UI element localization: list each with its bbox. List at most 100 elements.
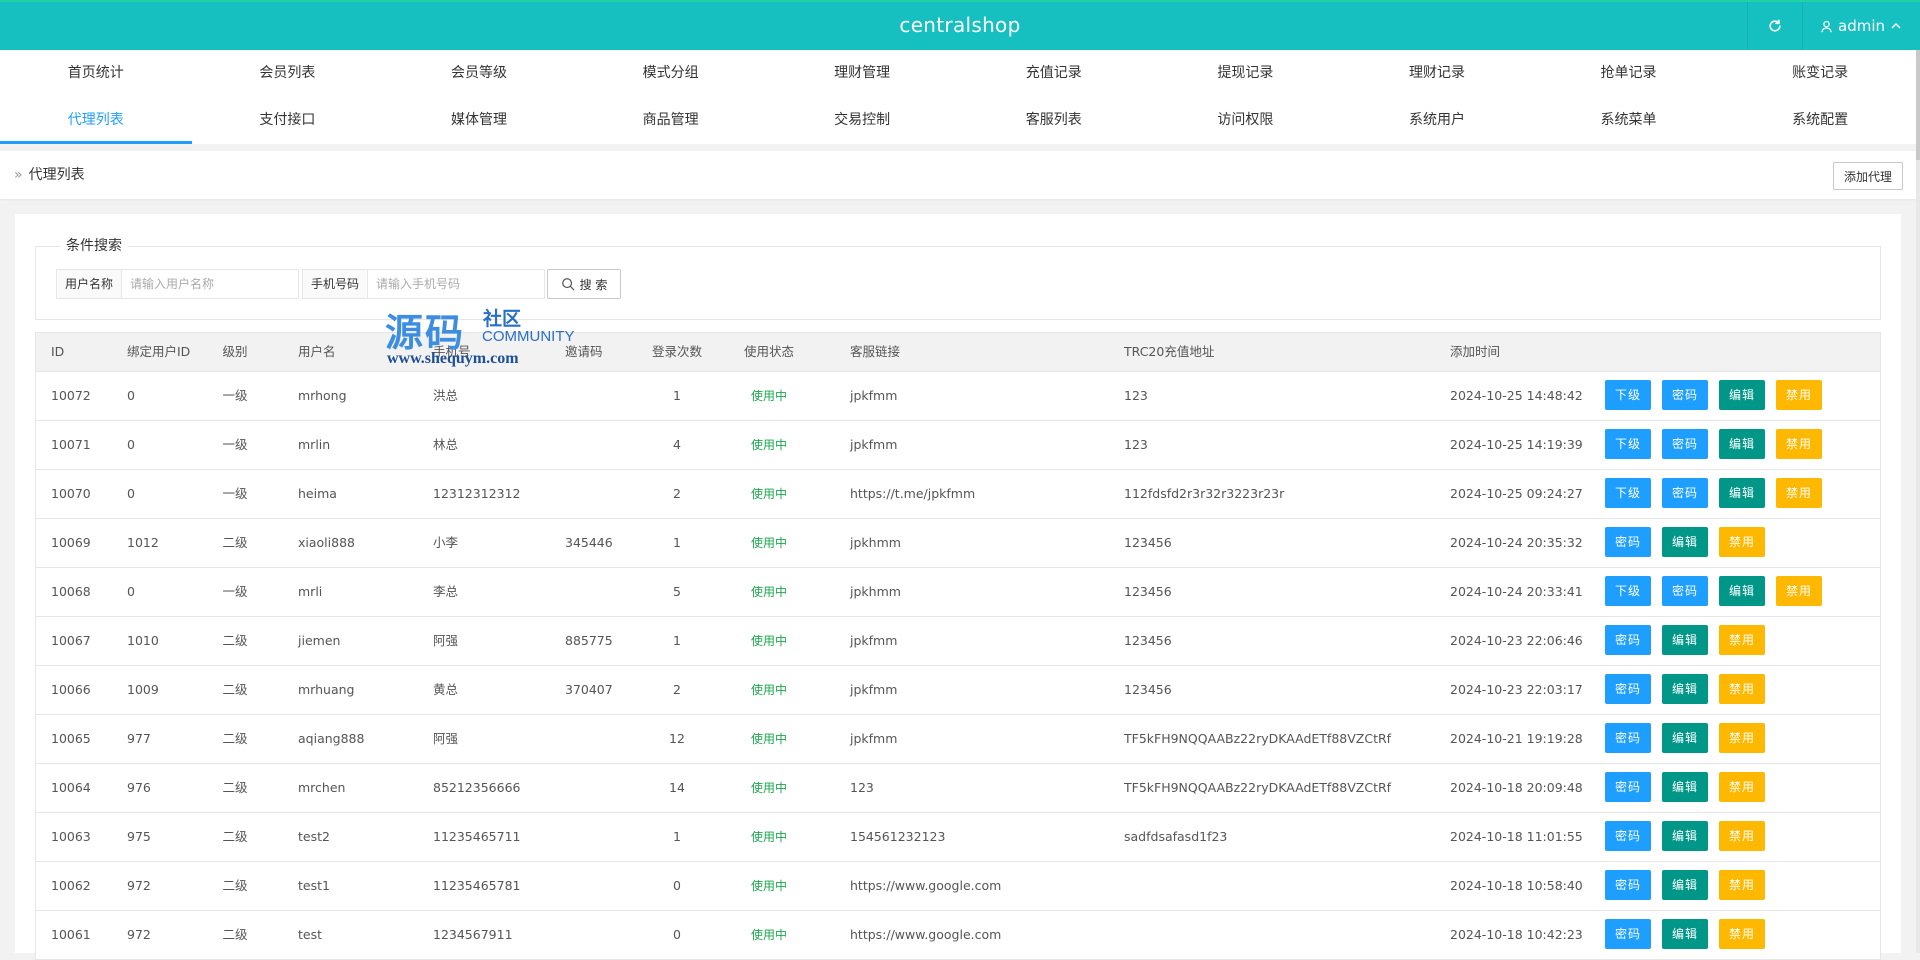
row-actions: 密码 编辑 禁用 xyxy=(1605,919,1766,949)
disable-button[interactable]: 禁用 xyxy=(1776,576,1823,606)
disable-button[interactable]: 禁用 xyxy=(1776,429,1823,459)
nav-item[interactable]: 访问权限 xyxy=(1150,97,1342,144)
nav-item[interactable]: 支付接口 xyxy=(192,97,384,144)
edit-button[interactable]: 编辑 xyxy=(1662,772,1709,802)
phone-search-group: 手机号码 xyxy=(302,269,545,299)
cell-trc20-address: TF5kFH9NQQAABz22ryDKAAdETf88VZCtRf xyxy=(1124,780,1392,795)
nav-item[interactable]: 充值记录 xyxy=(958,50,1150,97)
nav-item[interactable]: 抢单记录 xyxy=(1533,50,1725,97)
password-button[interactable]: 密码 xyxy=(1605,723,1652,753)
cell-status: 使用中 xyxy=(750,585,788,599)
nav-item[interactable]: 账变记录 xyxy=(1724,50,1916,97)
edit-button[interactable]: 编辑 xyxy=(1662,821,1709,851)
scrollbar-thumb[interactable] xyxy=(1916,50,1920,160)
edit-button[interactable]: 编辑 xyxy=(1719,478,1766,508)
edit-button[interactable]: 编辑 xyxy=(1719,576,1766,606)
username-input[interactable] xyxy=(122,270,298,298)
cell-id: 10064 xyxy=(51,780,91,795)
nav-item[interactable]: 媒体管理 xyxy=(383,97,575,144)
cell-bind-user-id: 0 xyxy=(127,388,135,403)
sub-level-button[interactable]: 下级 xyxy=(1605,429,1652,459)
breadcrumb: » 代理列表 xyxy=(14,151,85,199)
add-agent-button[interactable]: 添加代理 xyxy=(1833,162,1903,190)
table-header: ID 绑定用户ID 级别 用户名 手机号 邀请码 登录次数 使用状态 客服链接 … xyxy=(36,333,1880,372)
cell-trc20-address: TF5kFH9NQQAABz22ryDKAAdETf88VZCtRf xyxy=(1124,731,1392,746)
nav-item[interactable]: 模式分组 xyxy=(575,50,767,97)
cell-username: test1 xyxy=(298,878,330,893)
table-row: 10072 0 一级 mrhong 洪总 1 使用中 jpkfmm 123 2024-10-25 … xyxy=(36,372,1880,421)
password-button[interactable]: 密码 xyxy=(1605,821,1652,851)
nav-item[interactable]: 交易控制 xyxy=(766,97,958,144)
edit-button[interactable]: 编辑 xyxy=(1662,919,1709,949)
disable-button[interactable]: 禁用 xyxy=(1719,772,1766,802)
password-button[interactable]: 密码 xyxy=(1662,429,1709,459)
disable-button[interactable]: 禁用 xyxy=(1776,478,1823,508)
edit-button[interactable]: 编辑 xyxy=(1662,674,1709,704)
user-menu[interactable]: admin xyxy=(1802,2,1920,50)
disable-button[interactable]: 禁用 xyxy=(1719,625,1766,655)
password-button[interactable]: 密码 xyxy=(1605,772,1652,802)
nav-item[interactable]: 系统用户 xyxy=(1341,97,1533,144)
password-button[interactable]: 密码 xyxy=(1662,576,1709,606)
edit-button[interactable]: 编辑 xyxy=(1662,723,1709,753)
nav-item[interactable]: 理财管理 xyxy=(766,50,958,97)
edit-button[interactable]: 编辑 xyxy=(1662,625,1709,655)
cell-id: 10072 xyxy=(51,388,91,403)
nav-item[interactable]: 会员等级 xyxy=(383,50,575,97)
col-invite-code: 邀请码 xyxy=(565,344,603,359)
top-header: centralshop admin xyxy=(0,0,1920,50)
password-button[interactable]: 密码 xyxy=(1605,919,1652,949)
cell-username: test2 xyxy=(298,829,330,844)
table-row: 10068 0 一级 mrli 李总 5 使用中 jpkhmm 123456 2024-10-24… xyxy=(36,568,1880,617)
password-button[interactable]: 密码 xyxy=(1605,625,1652,655)
col-level: 级别 xyxy=(222,344,248,359)
sub-level-button[interactable]: 下级 xyxy=(1605,576,1652,606)
nav-item[interactable]: 理财记录 xyxy=(1341,50,1533,97)
cell-cs-link: jpkfmm xyxy=(850,633,898,648)
password-button[interactable]: 密码 xyxy=(1662,478,1709,508)
search-legend: 条件搜索 xyxy=(60,237,128,255)
cell-add-time: 2024-10-23 22:06:46 xyxy=(1450,633,1583,648)
password-button[interactable]: 密码 xyxy=(1605,674,1652,704)
cell-id: 10068 xyxy=(51,584,91,599)
cell-add-time: 2024-10-24 20:35:32 xyxy=(1450,535,1583,550)
search-button[interactable]: 搜 索 xyxy=(547,269,621,299)
disable-button[interactable]: 禁用 xyxy=(1719,821,1766,851)
edit-button[interactable]: 编辑 xyxy=(1719,429,1766,459)
nav-item[interactable]: 代理列表 xyxy=(0,97,192,144)
password-button[interactable]: 密码 xyxy=(1605,870,1652,900)
nav-item[interactable]: 商品管理 xyxy=(575,97,767,144)
cell-status: 使用中 xyxy=(750,928,788,942)
disable-button[interactable]: 禁用 xyxy=(1719,723,1766,753)
phone-input[interactable] xyxy=(368,270,544,298)
nav-item[interactable]: 系统菜单 xyxy=(1533,97,1725,144)
disable-button[interactable]: 禁用 xyxy=(1719,919,1766,949)
nav-item[interactable]: 客服列表 xyxy=(958,97,1150,144)
nav-item[interactable]: 会员列表 xyxy=(192,50,384,97)
cell-add-time: 2024-10-25 14:19:39 xyxy=(1450,437,1583,452)
nav-item[interactable]: 提现记录 xyxy=(1150,50,1342,97)
page-scrollbar[interactable] xyxy=(1916,50,1920,953)
nav-item[interactable]: 首页统计 xyxy=(0,50,192,97)
password-button[interactable]: 密码 xyxy=(1662,380,1709,410)
edit-button[interactable]: 编辑 xyxy=(1662,527,1709,557)
sub-level-button[interactable]: 下级 xyxy=(1605,478,1652,508)
cell-login-count: 1 xyxy=(673,829,681,844)
nav-item[interactable]: 系统配置 xyxy=(1724,97,1916,144)
disable-button[interactable]: 禁用 xyxy=(1719,870,1766,900)
cell-username: test xyxy=(298,927,323,942)
edit-button[interactable]: 编辑 xyxy=(1719,380,1766,410)
disable-button[interactable]: 禁用 xyxy=(1719,674,1766,704)
disable-button[interactable]: 禁用 xyxy=(1719,527,1766,557)
disable-button[interactable]: 禁用 xyxy=(1776,380,1823,410)
password-button[interactable]: 密码 xyxy=(1605,527,1652,557)
sub-level-button[interactable]: 下级 xyxy=(1605,380,1652,410)
edit-button[interactable]: 编辑 xyxy=(1662,870,1709,900)
row-actions: 密码 编辑 禁用 xyxy=(1605,772,1766,802)
col-bind-user-id: 绑定用户ID xyxy=(127,344,191,359)
cell-level: 二级 xyxy=(222,731,248,746)
cell-login-count: 1 xyxy=(673,633,681,648)
refresh-button[interactable] xyxy=(1747,2,1803,50)
cell-bind-user-id: 0 xyxy=(127,584,135,599)
cell-add-time: 2024-10-18 10:42:23 xyxy=(1450,927,1583,942)
